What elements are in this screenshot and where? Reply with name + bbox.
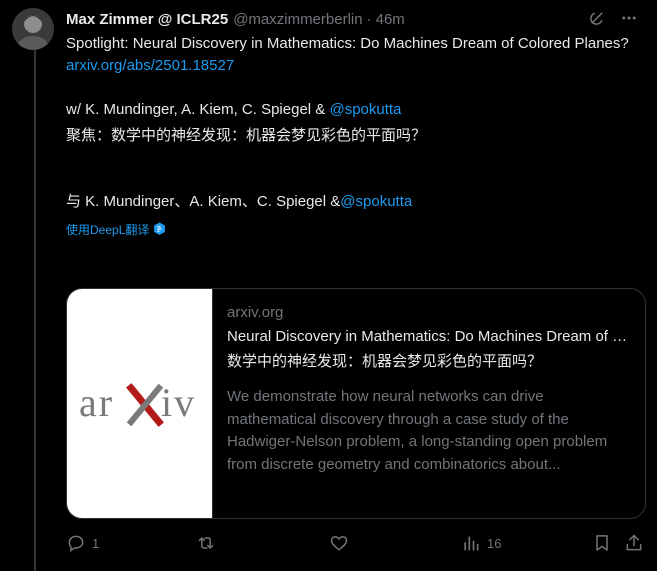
card-title-translated: 数学中的神经发现：机器会梦见彩色的平面吗？	[227, 353, 543, 370]
reply-button[interactable]: 1	[66, 533, 99, 553]
share-button[interactable]	[624, 533, 644, 553]
tweet-line-title: Spotlight: Neural Discovery in Mathemati…	[66, 35, 629, 52]
author-name[interactable]: Max Zimmer @ ICLR25	[66, 11, 228, 28]
arxiv-logo: ar iv	[79, 380, 196, 427]
coauthors-text: w/ K. Mundinger, A. Kiem, C. Spiegel &	[66, 101, 330, 118]
tweet-time[interactable]: 46m	[376, 11, 405, 28]
like-button[interactable]	[329, 533, 355, 553]
separator-dot: ·	[366, 10, 372, 28]
heart-icon	[329, 533, 349, 553]
avatar[interactable]	[12, 8, 54, 50]
views-icon	[461, 533, 481, 553]
tweet-coauthors: w/ K. Mundinger, A. Kiem, C. Spiegel & @…	[66, 99, 646, 121]
more-icon[interactable]	[620, 9, 638, 27]
share-icon	[624, 533, 644, 553]
tweet[interactable]: Max Zimmer @ ICLR25 @maxzimmerberlin · 4…	[0, 0, 657, 571]
translate-button[interactable]: 使用DeepL翻译	[66, 219, 646, 239]
tweet-zh-title: 聚焦：数学中的神经发现：机器会梦见彩色的平面吗？	[66, 127, 427, 144]
tweet-header: Max Zimmer @ ICLR25 @maxzimmerberlin · 4…	[66, 8, 646, 30]
card-domain: arxiv.org	[227, 304, 284, 321]
action-bar: 1 16	[66, 531, 646, 555]
svg-text:ar: ar	[79, 380, 114, 425]
zh-mention-link[interactable]: @spokutta	[340, 193, 412, 210]
translate-label: 使用DeepL翻译	[66, 222, 150, 237]
views-count: 16	[487, 535, 502, 551]
tweet-text: Spotlight: Neural Discovery in Mathemati…	[66, 33, 646, 213]
bookmark-icon	[592, 533, 612, 553]
reply-icon	[66, 533, 86, 553]
reply-count: 1	[92, 535, 100, 551]
card-title[interactable]: Neural Discovery in Mathematics: Do Mach…	[227, 326, 631, 348]
card-body: arxiv.org Neural Discovery in Mathematic…	[213, 289, 645, 518]
thread-line	[34, 50, 36, 571]
grok-icon[interactable]	[588, 9, 606, 27]
svg-text:iv: iv	[161, 380, 196, 425]
retweet-button[interactable]	[196, 533, 222, 553]
deepl-icon	[153, 222, 166, 236]
card-description: We demonstrate how neural networks can d…	[227, 388, 608, 473]
mention-link[interactable]: @spokutta	[329, 101, 401, 118]
link-card[interactable]: ar iv arxiv.org Neural Discovery in Math…	[66, 288, 646, 519]
zh-coauthors-text: 与 K. Mundinger、A. Kiem、C. Spiegel &	[66, 193, 341, 210]
author-handle[interactable]: @maxzimmerberlin	[233, 11, 362, 28]
header-actions	[588, 9, 638, 27]
tweet-zh-coauthors: 与 K. Mundinger、A. Kiem、C. Spiegel &@spok…	[66, 191, 646, 213]
card-thumbnail: ar iv	[67, 289, 213, 518]
bookmark-button[interactable]	[592, 533, 612, 553]
retweet-icon	[196, 533, 216, 553]
paper-link[interactable]: arxiv.org/abs/2501.18527	[66, 57, 234, 74]
views-button[interactable]: 16	[461, 533, 501, 553]
tweet-content: Max Zimmer @ ICLR25 @maxzimmerberlin · 4…	[66, 8, 646, 239]
